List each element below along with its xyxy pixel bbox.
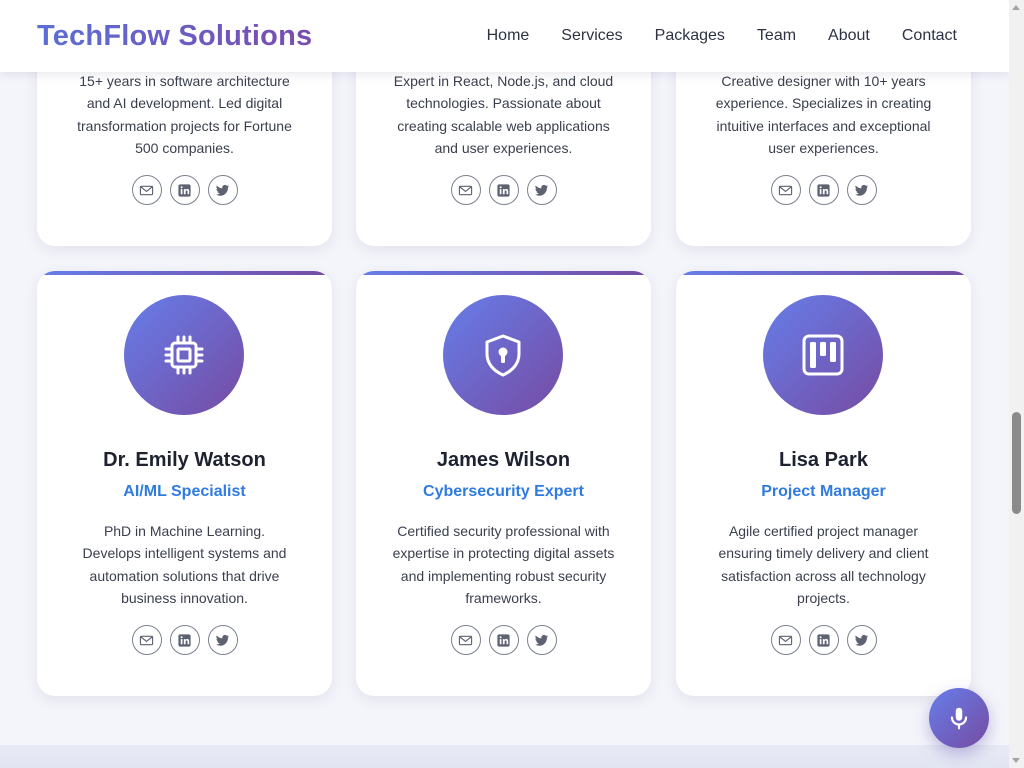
twitter-icon [534, 634, 549, 646]
navbar: TechFlow Solutions Home Services Package… [0, 0, 1009, 72]
email-button[interactable] [770, 175, 801, 205]
team-bio: Expert in React, Node.js, and cloud tech… [393, 73, 614, 156]
voice-assistant-button[interactable] [929, 688, 989, 748]
twitter-icon [215, 184, 230, 196]
nav-link-home[interactable]: Home [487, 27, 530, 45]
twitter-icon [854, 634, 869, 646]
scroll-down-arrow[interactable] [1012, 758, 1020, 763]
twitter-button[interactable] [846, 625, 877, 655]
linkedin-icon [178, 183, 191, 197]
linkedin-icon [497, 633, 510, 647]
envelope-icon [458, 185, 473, 195]
envelope-icon [778, 185, 793, 195]
page-scrollbar[interactable] [1009, 0, 1024, 768]
email-button[interactable] [131, 175, 162, 205]
social-links [676, 175, 971, 205]
next-section-band [0, 745, 1009, 768]
brand-logo[interactable]: TechFlow Solutions [37, 20, 312, 53]
email-button[interactable] [450, 625, 481, 655]
team-name: Dr. Emily Watson [103, 449, 266, 471]
email-button[interactable] [450, 175, 481, 205]
team-name: Lisa Park [779, 449, 868, 471]
kanban-icon [802, 334, 844, 376]
twitter-icon [854, 184, 869, 196]
linkedin-button[interactable] [488, 175, 519, 205]
nav-link-team[interactable]: Team [757, 27, 796, 45]
card-accent-bar [37, 271, 332, 275]
scrollbar-thumb[interactable] [1012, 412, 1021, 514]
team-section: 15+ years in software architecture and A… [0, 0, 1009, 768]
email-button[interactable] [131, 625, 162, 655]
twitter-button[interactable] [207, 175, 238, 205]
twitter-button[interactable] [526, 625, 557, 655]
twitter-button[interactable] [846, 175, 877, 205]
email-button[interactable] [770, 625, 801, 655]
social-links [676, 625, 971, 655]
envelope-icon [139, 635, 154, 645]
team-bio: Certified security professional with exp… [392, 523, 615, 606]
scroll-up-arrow[interactable] [1012, 5, 1020, 10]
linkedin-button[interactable] [169, 625, 200, 655]
team-name: James Wilson [436, 449, 571, 471]
linkedin-icon [817, 183, 830, 197]
chip-icon [164, 335, 204, 375]
nav-links: Home Services Packages Team About Contac… [487, 27, 957, 45]
nav-link-contact[interactable]: Contact [902, 27, 957, 45]
social-links [356, 625, 651, 655]
linkedin-button[interactable] [808, 175, 839, 205]
team-avatar [763, 295, 883, 415]
twitter-button[interactable] [526, 175, 557, 205]
nav-link-services[interactable]: Services [561, 27, 622, 45]
nav-link-packages[interactable]: Packages [655, 27, 725, 45]
linkedin-button[interactable] [169, 175, 200, 205]
social-links [356, 175, 651, 205]
twitter-button[interactable] [207, 625, 238, 655]
linkedin-icon [817, 633, 830, 647]
team-role: Project Manager [761, 483, 886, 500]
card-accent-bar [676, 271, 971, 275]
team-avatar [443, 295, 563, 415]
social-links [37, 625, 332, 655]
envelope-icon [139, 185, 154, 195]
team-role: AI/ML Specialist [123, 483, 246, 500]
linkedin-button[interactable] [808, 625, 839, 655]
team-role: Cybersecurity Expert [423, 483, 584, 500]
linkedin-icon [497, 183, 510, 197]
team-card: Dr. Emily Watson AI/ML Specialist PhD in… [37, 271, 332, 696]
team-bio: Creative designer with 10+ years experie… [715, 73, 932, 156]
envelope-icon [458, 635, 473, 645]
linkedin-button[interactable] [488, 625, 519, 655]
linkedin-icon [178, 633, 191, 647]
envelope-icon [778, 635, 793, 645]
team-avatar [124, 295, 244, 415]
card-accent-bar [356, 271, 651, 275]
team-card: Lisa Park Project Manager Agile certifie… [676, 271, 971, 696]
team-bio: Agile certified project manager ensuring… [718, 523, 929, 606]
twitter-icon [215, 634, 230, 646]
twitter-icon [534, 184, 549, 196]
shield-lock-icon [485, 334, 521, 377]
team-bio: PhD in Machine Learning. Develops intell… [82, 523, 287, 606]
team-card: James Wilson Cybersecurity Expert Certif… [356, 271, 651, 696]
microphone-icon [950, 707, 968, 730]
social-links [37, 175, 332, 205]
nav-link-about[interactable]: About [828, 27, 870, 45]
team-bio: 15+ years in software architecture and A… [77, 73, 292, 156]
